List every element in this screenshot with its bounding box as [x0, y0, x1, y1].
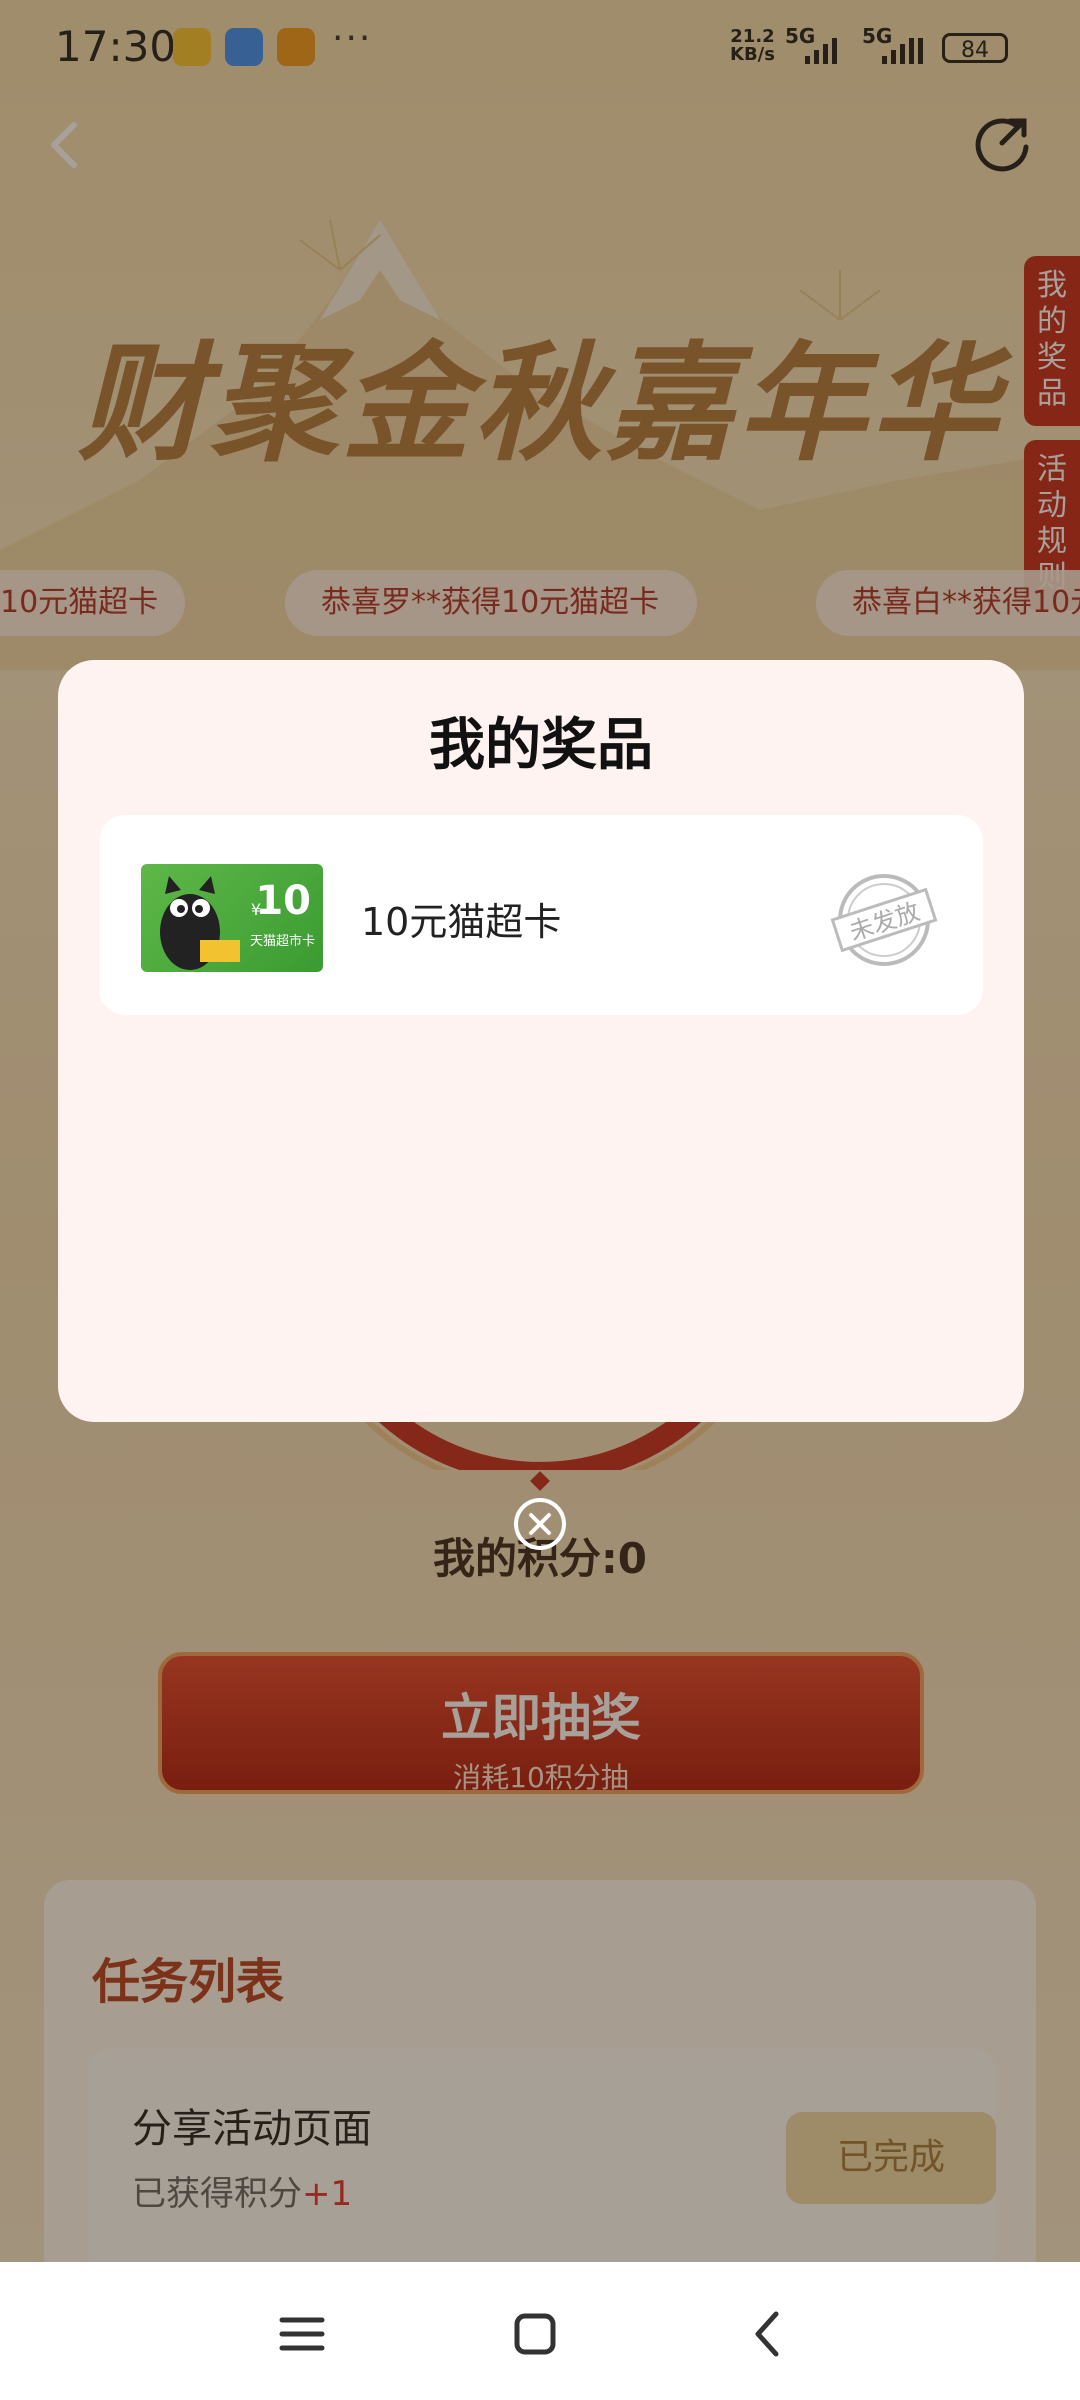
dialog-title: 我的奖品: [429, 713, 653, 778]
close-circle-icon[interactable]: [513, 1497, 567, 1551]
not-issued-stamp: 未发放: [830, 874, 938, 966]
my-prizes-dialog: 我的奖品 ¥ 10 天猫超市卡 10元猫超卡 未发放: [58, 660, 1024, 1422]
thumb-caption: 天猫超市卡: [249, 934, 315, 949]
prize-item[interactable]: ¥ 10 天猫超市卡 10元猫超卡 未发放: [99, 815, 983, 1015]
tmall-card-thumbnail: ¥ 10 天猫超市卡: [141, 864, 323, 972]
prize-name: 10元猫超卡: [361, 900, 562, 944]
home-square-icon[interactable]: [505, 2304, 565, 2364]
system-nav-bar: [0, 2262, 1080, 2400]
tmall-cat-icon: [160, 876, 240, 970]
back-triangle-icon[interactable]: [738, 2304, 798, 2364]
thumb-amount: 10: [255, 878, 311, 924]
menu-icon[interactable]: [272, 2304, 332, 2364]
